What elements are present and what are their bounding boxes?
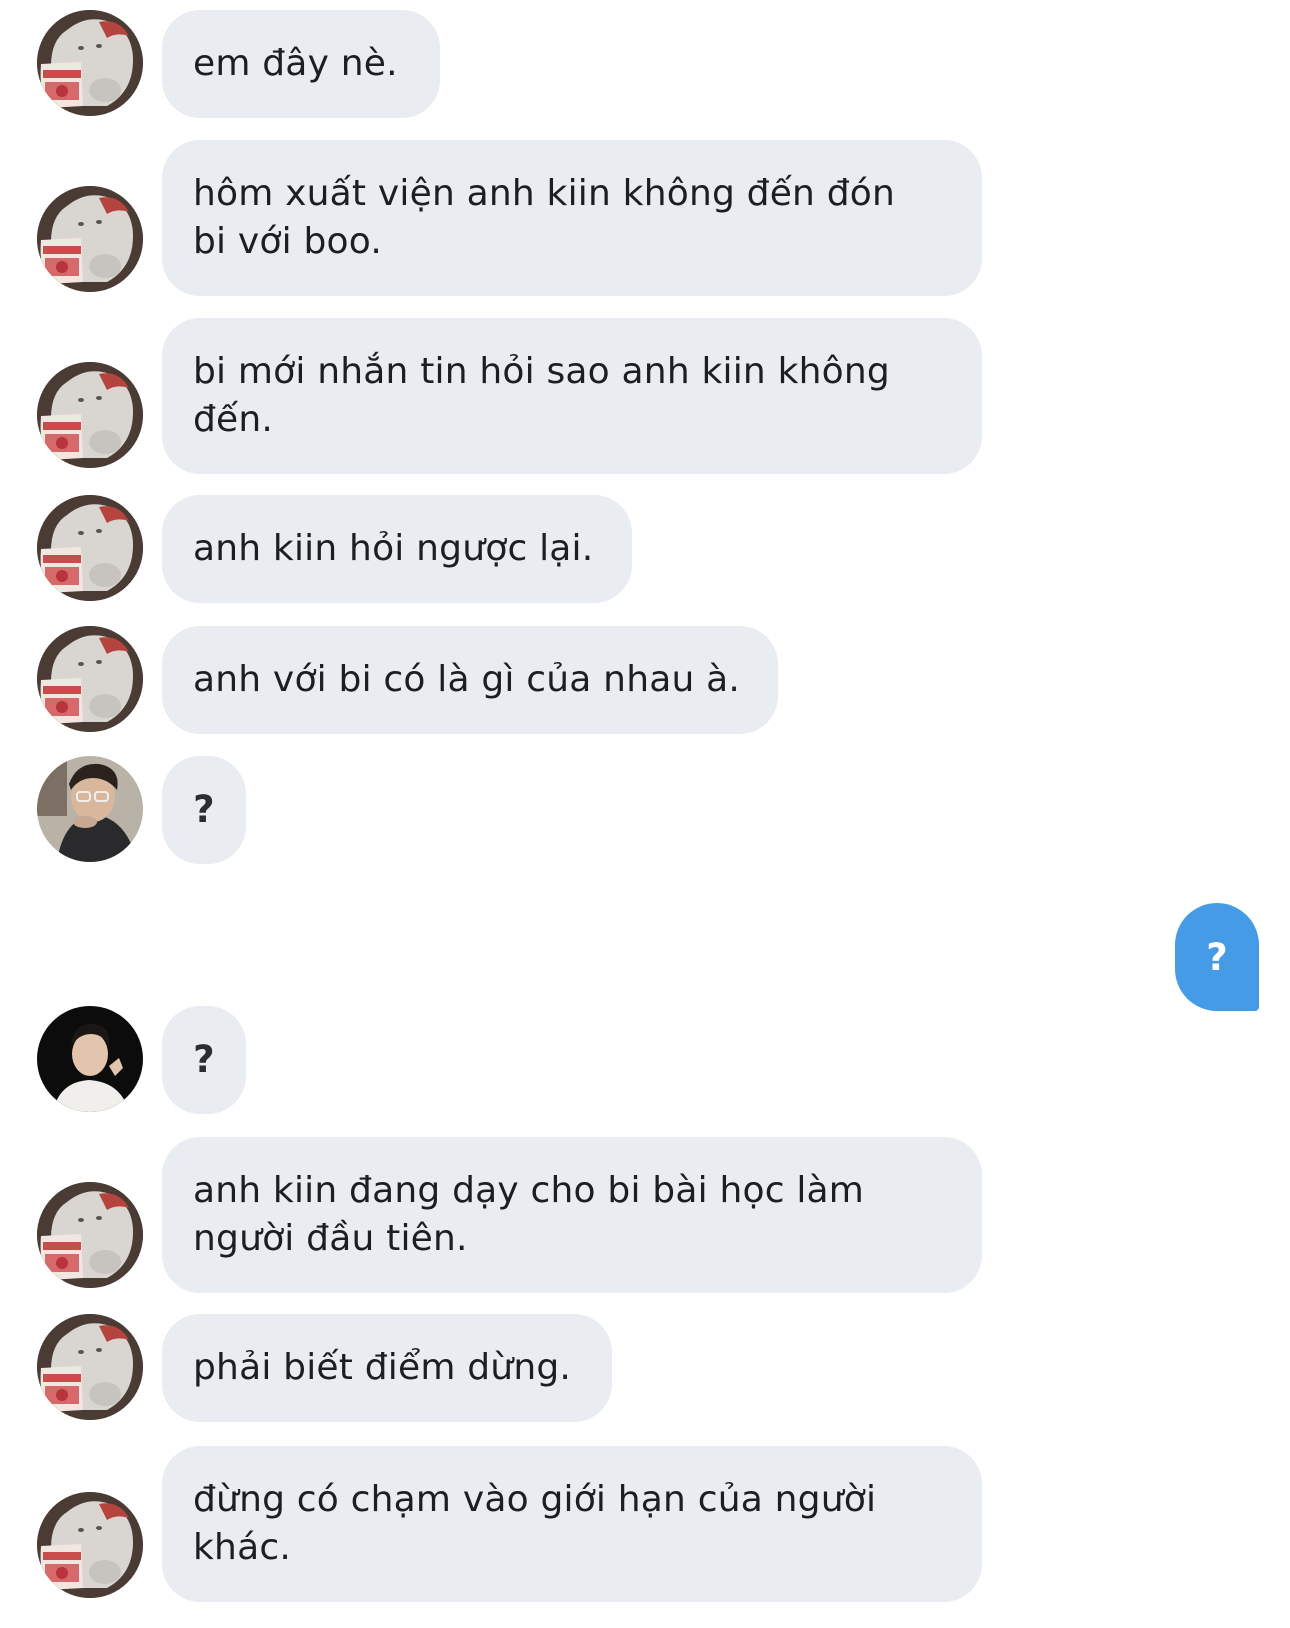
bear-avatar[interactable]	[37, 495, 143, 601]
message-bubble[interactable]: em đây nè.	[162, 10, 440, 118]
bear-avatar[interactable]	[37, 362, 143, 468]
message-text: hôm xuất viện anh kiin không đến đón bi …	[193, 173, 896, 262]
message-text: đừng có chạm vào giới hạn của người khác…	[193, 1479, 877, 1568]
message-bubble[interactable]: ?	[162, 756, 246, 864]
message-text: ?	[1206, 935, 1228, 979]
message-text: ?	[193, 1038, 215, 1081]
message-bubble[interactable]: ?	[162, 1006, 246, 1114]
message-bubble[interactable]: đừng có chạm vào giới hạn của người khác…	[162, 1446, 982, 1602]
bear-avatar[interactable]	[37, 1492, 143, 1598]
message-bubble[interactable]: phải biết điểm dừng.	[162, 1314, 612, 1422]
message-text: phải biết điểm dừng.	[193, 1347, 572, 1388]
message-bubble[interactable]: hôm xuất viện anh kiin không đến đón bi …	[162, 140, 982, 296]
bear-avatar[interactable]	[37, 10, 143, 116]
message-bubble[interactable]: anh kiin đang dạy cho bi bài học làm ngư…	[162, 1137, 982, 1293]
message-text: anh với bi có là gì của nhau à.	[193, 659, 741, 700]
bear-avatar[interactable]	[37, 1314, 143, 1420]
message-text: em đây nè.	[193, 43, 398, 84]
photo-avatar-dark[interactable]	[37, 1006, 143, 1112]
message-text: anh kiin đang dạy cho bi bài học làm ngư…	[193, 1170, 865, 1259]
bear-avatar[interactable]	[37, 186, 143, 292]
outgoing-message-bubble[interactable]: ?	[1175, 903, 1259, 1011]
message-text: ?	[193, 788, 215, 831]
message-bubble[interactable]: bi mới nhắn tin hỏi sao anh kiin không đ…	[162, 318, 982, 474]
message-text: bi mới nhắn tin hỏi sao anh kiin không đ…	[193, 351, 890, 440]
message-bubble[interactable]: anh với bi có là gì của nhau à.	[162, 626, 778, 734]
photo-avatar-glasses[interactable]	[37, 756, 143, 862]
message-text: anh kiin hỏi ngược lại.	[193, 528, 594, 569]
message-bubble[interactable]: anh kiin hỏi ngược lại.	[162, 495, 632, 603]
bear-avatar[interactable]	[37, 626, 143, 732]
bear-avatar[interactable]	[37, 1182, 143, 1288]
